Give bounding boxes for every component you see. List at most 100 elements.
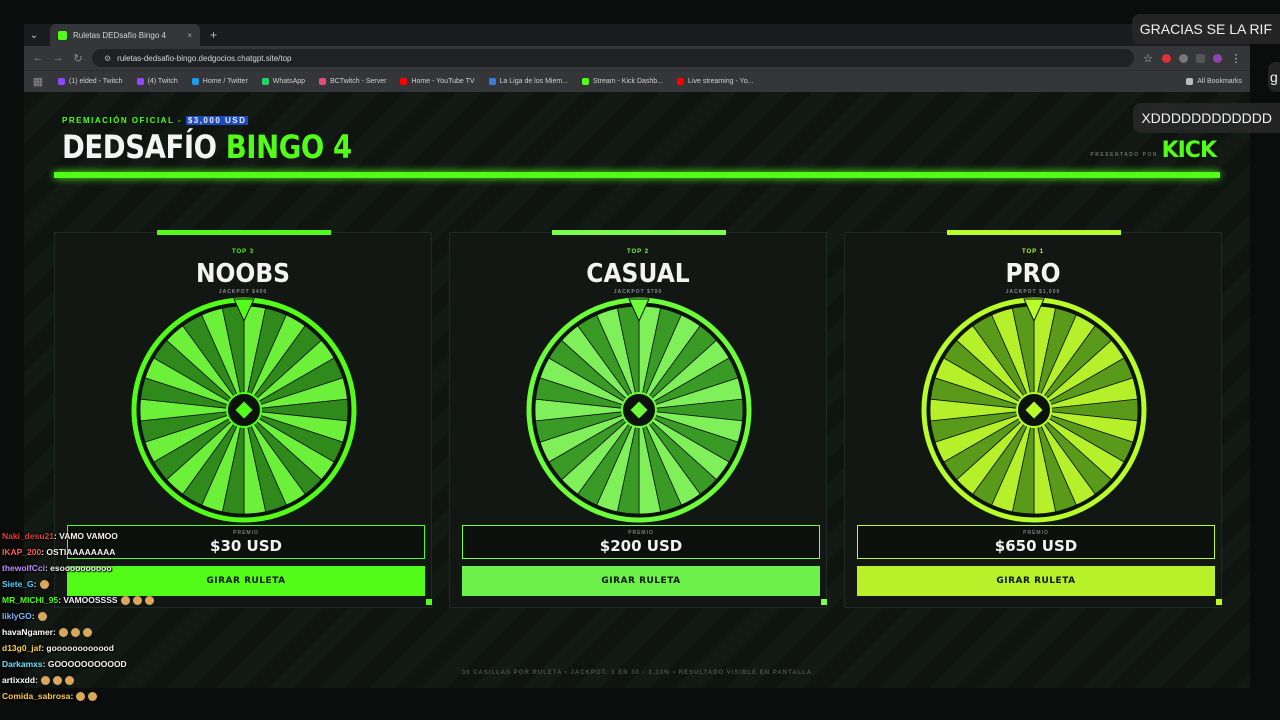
spin-roulette-button[interactable]: GIRAR RULETA <box>857 566 1215 596</box>
chat-username[interactable]: havaNgamer <box>2 627 53 637</box>
chat-emote-icon <box>58 628 68 638</box>
bookmark-favicon-icon <box>488 78 496 85</box>
roulette-wheel[interactable] <box>526 297 752 523</box>
chat-message: havaNgamer: <box>2 624 302 640</box>
bookmark-favicon-icon <box>319 78 327 85</box>
chat-username[interactable]: d13g0_jaf <box>2 643 41 653</box>
bookmark-label: La Liga de los Miem... <box>499 78 569 85</box>
card-name: CASUAL <box>586 259 690 289</box>
chat-message: MR_MICHI_95: VAMOOSSSS <box>2 592 302 608</box>
bookmark-item[interactable]: (1) elded - Twitch <box>58 78 123 85</box>
bookmark-favicon-icon <box>677 78 685 85</box>
bookmark-label: (4) Twitch <box>147 78 178 85</box>
kick-logo: KICK <box>1161 138 1217 163</box>
chat-username[interactable]: Siete_G <box>2 579 34 589</box>
bookmark-favicon-icon <box>400 78 408 85</box>
folder-icon <box>1186 78 1194 85</box>
prize-value: $200 USD <box>599 537 683 555</box>
chat-username[interactable]: IKAP_200 <box>2 547 41 557</box>
chat-text: : goooooooooood <box>41 643 114 653</box>
card-top-accent <box>552 230 726 235</box>
card-rank: TOP 1 <box>1021 249 1045 255</box>
chat-text: : <box>70 691 74 701</box>
corner-marker <box>821 599 827 605</box>
chat-message: liklyGO: <box>2 608 302 624</box>
chat-emote-icon <box>132 596 142 606</box>
chat-message: Darkamxs: GOOOOOOOOOOD <box>2 656 302 672</box>
overlay-message-2: XDDDDDDDDDDDD <box>1133 103 1280 133</box>
site-info-icon[interactable]: ⚙ <box>104 54 111 63</box>
card-jackpot: JACKPOT $400 <box>218 289 268 295</box>
stream-chat: Naki_desu21: VAMO VAMOO IKAP_200: OSTIAAA… <box>2 528 302 704</box>
chat-text: : <box>33 579 37 589</box>
bookmark-item[interactable]: Home - YouTube TV <box>400 78 475 85</box>
chat-text: : GOOOOOOOOOOD <box>42 659 127 669</box>
bookmark-label: (1) elded - Twitch <box>69 78 123 85</box>
close-tab-icon[interactable]: × <box>187 31 192 40</box>
chat-emote-icon <box>64 676 74 686</box>
back-arrow-icon[interactable]: ← <box>32 52 44 64</box>
extension-gray-icon[interactable] <box>1179 53 1188 63</box>
chat-username[interactable]: thewolfCci <box>2 563 45 573</box>
title-white-part: DEDSAFÍO <box>62 128 217 166</box>
chat-username[interactable]: liklyGO <box>2 611 32 621</box>
prize-label: PREMIO <box>628 530 654 536</box>
all-bookmarks-button[interactable]: All Bookmarks <box>1186 78 1242 85</box>
chat-emote-icon <box>82 628 92 638</box>
card-jackpot: JACKPOT $700 <box>613 289 663 295</box>
chat-message: Comida_sabrosa: <box>2 688 302 704</box>
spin-roulette-button[interactable]: GIRAR RULETA <box>462 566 820 596</box>
bookmark-favicon-icon <box>191 78 199 85</box>
reload-icon[interactable]: ↻ <box>72 52 84 65</box>
chat-text: : VAMO VAMOO <box>53 531 118 541</box>
roulette-card-pro: TOP 1 PRO JACKPOT $1,000 PREMIO $650 USD GIRA… <box>844 230 1222 608</box>
prize-pool-amount: $3,000 USD <box>185 116 249 125</box>
chat-username[interactable]: Comida_sabrosa <box>2 691 71 701</box>
extension-puzzle-icon[interactable] <box>1196 53 1205 63</box>
roulette-wheel[interactable] <box>921 297 1147 523</box>
card-name: NOOBS <box>195 259 291 289</box>
bookmark-item[interactable]: BCTwitch - Server <box>319 78 386 85</box>
header-divider <box>54 172 1220 178</box>
chat-username[interactable]: MR_MICHI_95 <box>2 595 58 605</box>
bookmark-favicon-icon <box>58 78 65 85</box>
profile-avatar[interactable] <box>1213 53 1222 63</box>
bookmark-list: (1) elded - Twitch (4) Twitch Home / Twitt… <box>58 78 753 85</box>
new-tab-button[interactable]: + <box>210 28 217 42</box>
browser-tab-active[interactable]: Ruletas DEDsafío Bingo 4 × <box>50 24 200 46</box>
tab-search-icon[interactable]: ⌄ <box>24 30 44 41</box>
chat-username[interactable]: Darkamxs <box>2 659 43 669</box>
bookmark-label: Home - YouTube TV <box>411 78 475 85</box>
card-top-accent <box>947 230 1121 235</box>
bookmark-item[interactable]: WhatsApp <box>261 78 305 85</box>
bookmark-item[interactable]: Stream - Kick Dashb... <box>582 78 663 85</box>
chat-text: : OSTIAAAAAAAA <box>41 547 116 557</box>
forward-arrow-icon[interactable]: → <box>52 52 64 64</box>
apps-grid-icon[interactable]: ▦ <box>32 75 44 88</box>
chat-username[interactable]: Naki_desu21 <box>2 531 54 541</box>
chat-emote-icon <box>76 692 86 702</box>
bookmark-star-icon[interactable]: ☆ <box>1142 52 1154 65</box>
corner-marker <box>1216 599 1222 605</box>
chat-message: d13g0_jaf: goooooooooood <box>2 640 302 656</box>
chat-emote-icon <box>144 596 154 606</box>
prize-box: PREMIO $200 USD <box>462 525 820 559</box>
chat-text: : <box>53 627 56 637</box>
bookmark-item[interactable]: (4) Twitch <box>136 78 178 85</box>
browser-window: ⌄ Ruletas DEDsafío Bingo 4 × + ← → ↻ ⚙ r… <box>24 24 1250 92</box>
chat-message: IKAP_200: OSTIAAAAAAAA <box>2 544 302 560</box>
bookmark-item[interactable]: La Liga de los Miem... <box>488 78 569 85</box>
chat-username[interactable]: artixxdd <box>2 675 35 685</box>
chat-message: Siete_G: <box>2 576 302 592</box>
chat-emote-icon <box>40 676 50 686</box>
address-bar[interactable]: ⚙ ruletas-dedsafio-bingo.dedgocios.chatg… <box>92 49 1134 67</box>
prize-value: $650 USD <box>994 537 1078 555</box>
bookmark-favicon-icon <box>136 78 144 85</box>
extension-red-icon[interactable] <box>1162 53 1171 63</box>
bookmark-item[interactable]: Live streaming - Yo... <box>677 78 753 85</box>
chat-message: artixxdd: <box>2 672 302 688</box>
browser-menu-icon[interactable]: ⋮ <box>1230 52 1242 65</box>
roulette-wheel[interactable] <box>131 297 357 523</box>
bookmark-item[interactable]: Home / Twitter <box>191 78 248 85</box>
chat-emote-icon <box>70 628 80 638</box>
